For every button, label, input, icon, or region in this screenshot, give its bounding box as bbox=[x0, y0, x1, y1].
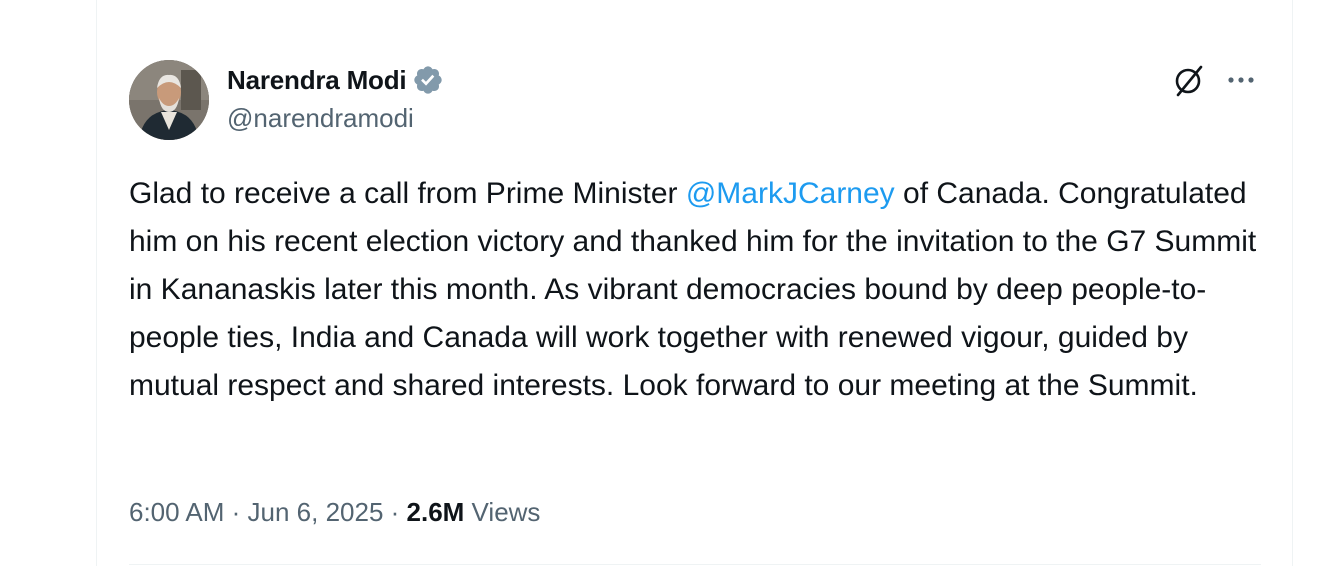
grok-slash-circle-icon bbox=[1175, 65, 1203, 97]
more-options-button[interactable] bbox=[1222, 62, 1262, 98]
author-handle[interactable]: @narendramodi bbox=[227, 103, 414, 134]
avatar[interactable] bbox=[129, 60, 209, 140]
tweet-text: Glad to receive a call from Prime Minist… bbox=[129, 170, 1269, 410]
tweet-text-start: Glad to receive a call from Prime Minist… bbox=[129, 177, 686, 210]
tweet-text-rest: of Canada. Congratulated him on his rece… bbox=[129, 177, 1265, 402]
tweet-time[interactable]: 6:00 AM bbox=[129, 497, 224, 528]
meta-separator: · bbox=[224, 496, 248, 527]
meta-separator: · bbox=[383, 496, 407, 527]
mention-link[interactable]: @MarkJCarney bbox=[686, 177, 895, 210]
avatar-image bbox=[129, 60, 209, 140]
verified-badge-icon[interactable] bbox=[412, 64, 444, 96]
views-label: Views bbox=[464, 496, 541, 527]
views-count[interactable]: 2.6M bbox=[407, 497, 465, 528]
tweet-date[interactable]: Jun 6, 2025 bbox=[248, 497, 384, 528]
tweet-meta: 6:00 AM · Jun 6, 2025 · 2.6M Views bbox=[129, 492, 540, 532]
divider bbox=[129, 564, 1261, 565]
author-display-name[interactable]: Narendra Modi bbox=[227, 65, 407, 96]
more-horizontal-icon bbox=[1228, 77, 1254, 83]
grok-button[interactable] bbox=[1170, 62, 1206, 98]
author-name-row: Narendra Modi bbox=[227, 62, 444, 98]
